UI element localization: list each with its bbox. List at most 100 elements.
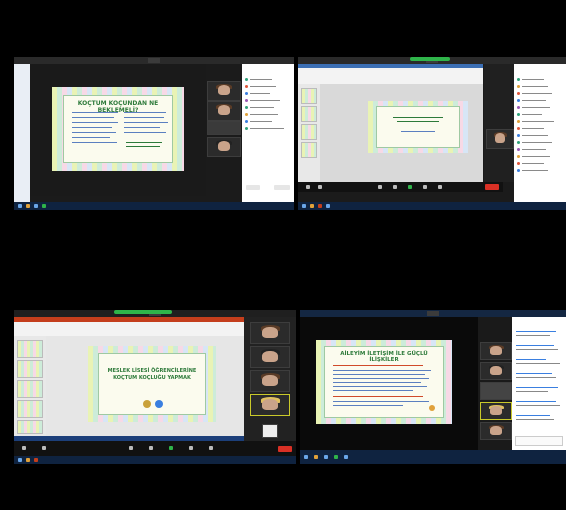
taskbar-app-icon[interactable]	[304, 455, 308, 459]
slide-thumbnail[interactable]	[17, 380, 43, 398]
participant-video-tile[interactable]	[486, 129, 514, 149]
taskbar-app-icon[interactable]	[18, 204, 22, 208]
taskbar-app-icon[interactable]	[318, 204, 322, 208]
sharing-indicator[interactable]	[114, 310, 172, 314]
participant-row[interactable]	[517, 113, 563, 116]
taskbar-app-icon[interactable]	[314, 455, 318, 459]
participant-row[interactable]	[517, 106, 563, 109]
chat-input[interactable]	[515, 436, 563, 446]
participant-row[interactable]	[517, 148, 563, 151]
participant-avatar-icon	[517, 92, 520, 95]
participants-icon[interactable]	[129, 446, 133, 450]
participant-row[interactable]	[517, 127, 563, 130]
mute-all-button[interactable]	[274, 185, 290, 190]
taskbar-app-icon[interactable]	[42, 204, 46, 208]
participant-video-tile[interactable]	[480, 382, 512, 400]
participant-row[interactable]	[517, 85, 563, 88]
participant-row[interactable]	[517, 141, 563, 144]
record-icon[interactable]	[189, 446, 193, 450]
slide-thumbnail[interactable]	[17, 420, 43, 434]
taskbar-app-icon[interactable]	[34, 204, 38, 208]
participant-row[interactable]	[245, 78, 291, 81]
end-meeting-icon[interactable]	[485, 184, 499, 190]
participant-avatar-icon	[517, 78, 520, 81]
slide-thumbnail[interactable]	[301, 106, 317, 122]
share-screen-icon[interactable]	[169, 446, 173, 450]
participant-row[interactable]	[517, 92, 563, 95]
taskbar-app-icon[interactable]	[26, 458, 30, 462]
mute-icon[interactable]	[22, 446, 26, 450]
taskbar-app-icon[interactable]	[334, 455, 338, 459]
slide-thumbnail[interactable]	[17, 340, 43, 358]
participant-video-tile[interactable]	[250, 370, 290, 392]
presentation-slide	[368, 101, 468, 153]
participant-row[interactable]	[245, 99, 291, 102]
participant-row[interactable]	[245, 106, 291, 109]
participant-avatar-icon	[245, 120, 248, 123]
participant-avatar-icon	[517, 169, 520, 172]
invite-button[interactable]	[246, 185, 260, 190]
participant-row[interactable]	[517, 78, 563, 81]
participant-video-tile[interactable]	[480, 342, 512, 360]
slide-thumbnail[interactable]	[301, 88, 317, 104]
participant-video-tile[interactable]	[480, 402, 512, 420]
end-meeting-icon[interactable]	[278, 446, 292, 452]
taskbar-app-icon[interactable]	[34, 458, 38, 462]
record-icon[interactable]	[423, 185, 427, 189]
chat-icon[interactable]	[149, 446, 153, 450]
taskbar-app-icon[interactable]	[344, 455, 348, 459]
taskbar-app-icon[interactable]	[26, 204, 30, 208]
participant-row[interactable]	[245, 113, 291, 116]
participant-row[interactable]	[245, 127, 291, 130]
reactions-icon[interactable]	[209, 446, 213, 450]
participant-row[interactable]	[245, 92, 291, 95]
video-icon[interactable]	[318, 185, 322, 189]
window-title	[148, 58, 160, 63]
windows-taskbar	[298, 202, 566, 210]
participant-row[interactable]	[517, 134, 563, 137]
participant-row[interactable]	[517, 162, 563, 165]
chat-message	[516, 419, 554, 420]
participant-video-tile[interactable]	[250, 394, 290, 416]
participant-row[interactable]	[517, 99, 563, 102]
participant-video-tile[interactable]	[207, 81, 241, 101]
participant-avatar-icon	[517, 120, 520, 123]
participant-avatar-icon	[517, 148, 520, 151]
participant-row[interactable]	[517, 155, 563, 158]
participant-video-tile[interactable]	[207, 137, 241, 157]
participant-video-tile[interactable]	[480, 422, 512, 440]
taskbar-app-icon[interactable]	[18, 458, 22, 462]
participant-video-tile[interactable]	[480, 362, 512, 380]
participant-row[interactable]	[245, 120, 291, 123]
slide-thumbnail[interactable]	[17, 360, 43, 378]
slide-thumbnail[interactable]	[301, 124, 317, 140]
participant-video-tile[interactable]	[207, 121, 241, 135]
participants-icon[interactable]	[378, 185, 382, 189]
presentation-slide: MESLEK LİSESİ ÖĞRENCİLERİNE KOÇTUM KOÇLU…	[88, 346, 216, 422]
participant-row[interactable]	[517, 169, 563, 172]
participant-row[interactable]	[245, 85, 291, 88]
participant-row[interactable]	[517, 120, 563, 123]
mute-icon[interactable]	[306, 185, 310, 189]
participant-avatar-icon	[245, 99, 248, 102]
participant-video-tile[interactable]	[250, 346, 290, 368]
taskbar-app-icon[interactable]	[326, 204, 330, 208]
share-screen-icon[interactable]	[408, 185, 412, 189]
participant-video-tile[interactable]	[250, 322, 290, 344]
presentation-slide: KOÇTUM KOÇUNDAN NE BEKLEMELİ?	[52, 87, 184, 171]
taskbar-app-icon[interactable]	[324, 455, 328, 459]
taskbar-app-icon[interactable]	[310, 204, 314, 208]
slide-thumbnail[interactable]	[17, 400, 43, 418]
video-column	[484, 64, 514, 182]
reactions-icon[interactable]	[438, 185, 442, 189]
chat-icon[interactable]	[393, 185, 397, 189]
video-icon[interactable]	[42, 446, 46, 450]
participant-avatar-icon	[517, 85, 520, 88]
taskbar-app-icon[interactable]	[302, 204, 306, 208]
participants-panel	[514, 64, 566, 202]
slide-thumbnail[interactable]	[301, 142, 317, 158]
windows-taskbar	[14, 202, 294, 210]
sharing-indicator[interactable]	[410, 57, 450, 61]
participant-video-tile[interactable]	[262, 424, 278, 438]
participant-video-tile[interactable]	[207, 101, 241, 121]
